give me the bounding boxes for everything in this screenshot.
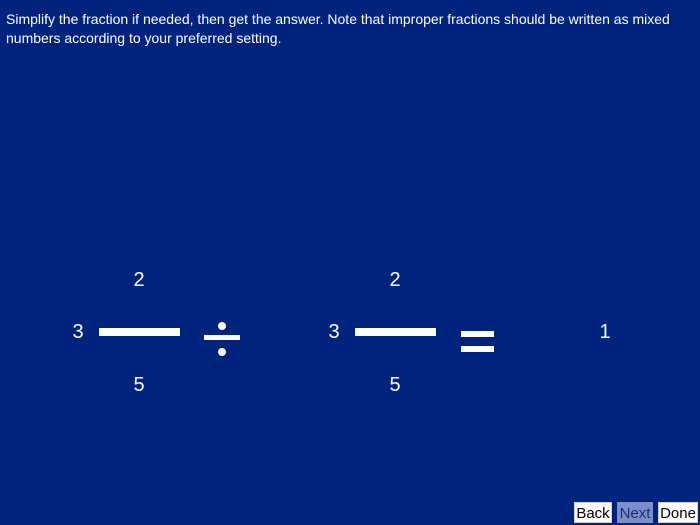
instruction-text: Simplify the fraction if needed, then ge… [6, 11, 670, 46]
back-button[interactable]: Back [574, 502, 612, 523]
second-fraction-bar [355, 328, 436, 336]
second-whole-number: 3 [328, 321, 340, 343]
answer-value[interactable]: 1 [593, 320, 617, 344]
first-denominator: 5 [133, 374, 145, 396]
division-icon [204, 319, 240, 359]
first-numerator: 2 [133, 269, 145, 291]
second-denominator: 5 [389, 374, 401, 396]
second-numerator: 2 [389, 269, 401, 291]
first-whole-number: 3 [72, 321, 84, 343]
first-fraction-bar [99, 328, 180, 336]
next-button[interactable]: Next [617, 502, 653, 523]
done-button[interactable]: Done [658, 502, 698, 523]
equals-icon [461, 331, 494, 353]
